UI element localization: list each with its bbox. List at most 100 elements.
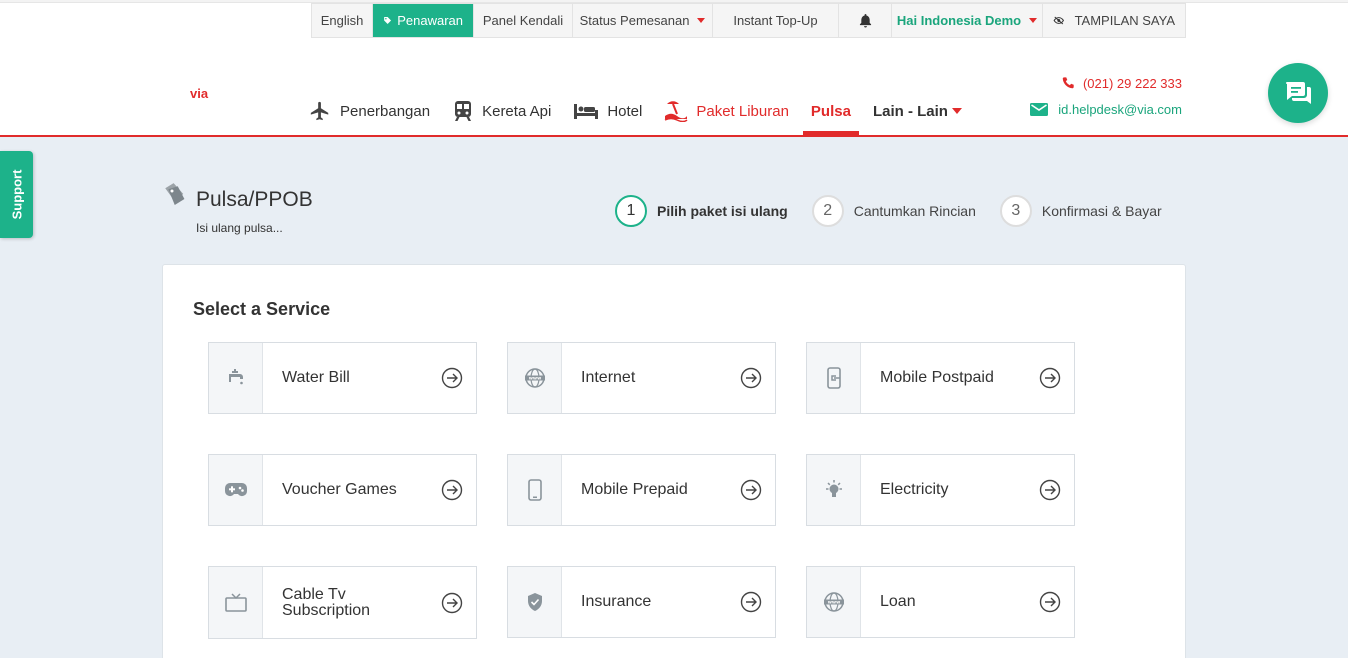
via-logo[interactable]: via — [190, 86, 208, 101]
service-card: Select a Service Water Bill www Internet… — [162, 264, 1186, 658]
nav-flights[interactable]: Penerbangan — [300, 92, 438, 130]
booking-status-dropdown[interactable]: Status Pemesanan — [573, 4, 713, 37]
nav-others-dropdown[interactable]: Lain - Lain — [865, 92, 970, 130]
contact-info: (021) 29 222 333 id.helpdesk@via.com — [1030, 70, 1182, 122]
chat-button[interactable] — [1268, 63, 1328, 123]
service-label: Loan — [880, 593, 916, 610]
lightbulb-icon — [825, 480, 842, 497]
shield-icon — [527, 593, 542, 611]
icon-box: www — [508, 343, 562, 413]
promo-label: Penawaran — [397, 13, 463, 28]
service-cable-tv[interactable]: Cable Tv Subscription — [208, 566, 477, 639]
chat-bubbles-icon — [1286, 82, 1311, 104]
tag-icon — [384, 17, 392, 24]
nav-others-label: Lain - Lain — [872, 102, 948, 120]
chevron-down-icon — [697, 18, 706, 23]
price-tag-icon — [165, 183, 185, 206]
service-internet[interactable]: www Internet — [507, 342, 776, 414]
beach-icon — [665, 101, 688, 122]
service-voucher-games[interactable]: Voucher Games — [208, 454, 477, 526]
arrow-circle-right-icon — [436, 343, 476, 413]
step-label: Cantumkan Rincian — [853, 203, 976, 219]
language-switch[interactable]: English — [312, 4, 373, 37]
service-label: Electricity — [880, 481, 949, 498]
icon-box — [209, 567, 263, 638]
step-number: 3 — [999, 195, 1032, 227]
page-title: Pulsa/PPOB — [196, 188, 313, 211]
phone-contact[interactable]: (021) 29 222 333 — [1030, 70, 1182, 96]
step-number: 1 — [615, 195, 647, 227]
tv-icon — [224, 592, 247, 612]
view-mode-label: TAMPILAN SAYA — [1074, 13, 1175, 28]
chevron-down-icon — [1029, 18, 1038, 23]
bed-icon — [574, 104, 599, 119]
nav-hotel-label: Hotel — [607, 102, 643, 120]
service-water-bill[interactable]: Water Bill — [208, 342, 477, 414]
user-greeting: Hai Indonesia Demo — [896, 13, 1022, 28]
nav-holiday-label: Paket Liburan — [696, 102, 789, 120]
nav-holiday[interactable]: Paket Liburan — [656, 92, 797, 130]
nav-trains[interactable]: Kereta Api — [444, 92, 559, 130]
step-label: Konfirmasi & Bayar — [1041, 203, 1162, 219]
icon-box — [508, 455, 562, 525]
airplane-icon — [310, 101, 329, 121]
user-menu-dropdown[interactable]: Hai Indonesia Demo — [892, 4, 1043, 37]
nav-trains-label: Kereta Api — [482, 102, 552, 120]
instant-topup-link[interactable]: Instant Top-Up — [713, 4, 839, 37]
section-title: Select a Service — [193, 299, 331, 319]
main-nav: Penerbangan Kereta Api Hotel Paket Libur… — [300, 92, 976, 137]
nav-pulsa[interactable]: Pulsa — [802, 92, 859, 135]
service-label: Water Bill — [282, 369, 350, 386]
view-mode-toggle[interactable]: TAMPILAN SAYA — [1043, 4, 1185, 37]
bell-icon — [859, 14, 871, 28]
icon-box — [807, 343, 861, 413]
phone-number: (021) 29 222 333 — [1082, 75, 1182, 91]
step-number: 2 — [811, 195, 844, 227]
nav-hotel[interactable]: Hotel — [565, 92, 650, 130]
service-label: Insurance — [581, 593, 652, 610]
mail-icon — [1030, 102, 1049, 116]
email-address: id.helpdesk@via.com — [1058, 101, 1182, 117]
step-1: 1 Pilih paket isi ulang — [615, 195, 788, 227]
progress-steps: 1 Pilih paket isi ulang 2 Cantumkan Rinc… — [615, 195, 1162, 227]
service-label: Mobile Prepaid — [581, 481, 688, 498]
water-tap-icon — [228, 369, 243, 385]
service-label: Internet — [581, 369, 636, 386]
icon-box — [209, 343, 263, 413]
arrow-circle-right-icon — [436, 455, 476, 525]
www-globe-icon: www — [524, 368, 545, 388]
svg-text:www: www — [827, 601, 839, 606]
service-mobile-postpaid[interactable]: Mobile Postpaid — [806, 342, 1075, 414]
email-contact[interactable]: id.helpdesk@via.com — [1030, 96, 1182, 122]
step-label: Pilih paket isi ulang — [657, 203, 788, 219]
arrow-circle-right-icon — [1034, 567, 1074, 637]
arrow-circle-right-icon — [1034, 455, 1074, 525]
service-loan[interactable]: www Loan — [806, 566, 1075, 638]
eye-off-icon — [1053, 16, 1065, 25]
step-2: 2 Cantumkan Rincian — [811, 195, 976, 227]
chevron-down-icon — [951, 108, 962, 114]
nav-flights-label: Penerbangan — [340, 102, 431, 120]
mobile-postpaid-icon — [826, 367, 841, 389]
service-insurance[interactable]: Insurance — [507, 566, 776, 638]
support-tab[interactable]: Support — [0, 151, 33, 238]
service-mobile-prepaid[interactable]: Mobile Prepaid — [507, 454, 776, 526]
arrow-circle-right-icon — [735, 567, 775, 637]
dashboard-link[interactable]: Panel Kendali — [474, 4, 573, 37]
gamepad-icon — [224, 483, 247, 496]
arrow-circle-right-icon — [436, 567, 476, 638]
site-header: English Penawaran Panel Kendali Status P… — [0, 0, 1348, 137]
www-globe-icon: www — [823, 592, 844, 612]
support-label: Support — [9, 169, 25, 220]
service-label: Mobile Postpaid — [880, 369, 994, 386]
notification-button[interactable] — [839, 4, 892, 37]
booking-status-label: Status Pemesanan — [579, 13, 690, 28]
step-3: 3 Konfirmasi & Bayar — [999, 195, 1162, 227]
promo-button[interactable]: Penawaran — [373, 4, 474, 37]
icon-box — [807, 455, 861, 525]
service-electricity[interactable]: Electricity — [806, 454, 1075, 526]
mobile-phone-icon — [527, 479, 542, 501]
arrow-circle-right-icon — [735, 455, 775, 525]
icon-box: www — [807, 567, 861, 637]
train-icon — [455, 101, 472, 121]
